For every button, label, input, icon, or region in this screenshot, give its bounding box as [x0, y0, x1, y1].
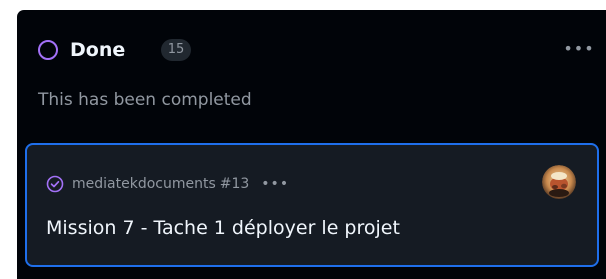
card-title[interactable]: Mission 7 - Tache 1 déployer le projet: [46, 214, 400, 242]
column-description: This has been completed: [38, 90, 252, 110]
issue-card[interactable]: mediatekdocuments #13 ••• Mission 7 - Ta…: [25, 143, 599, 267]
card-meta: mediatekdocuments #13 •••: [46, 173, 289, 195]
status-circle-icon: [38, 40, 58, 60]
kebab-horizontal-icon: •••: [261, 176, 290, 192]
repo-name[interactable]: mediatekdocuments: [72, 173, 216, 195]
column-title: Done: [70, 39, 126, 61]
check-circle-icon: [46, 175, 64, 193]
avatar[interactable]: [542, 165, 576, 199]
board-column-done: Done 15 ••• This has been completed medi…: [17, 10, 606, 279]
item-count-badge: 15: [161, 39, 191, 61]
kebab-horizontal-icon: •••: [563, 39, 595, 58]
column-menu-button[interactable]: •••: [562, 36, 596, 62]
card-menu-button[interactable]: •••: [261, 173, 289, 195]
issue-number[interactable]: #13: [220, 173, 250, 195]
column-header: Done 15 •••: [38, 36, 596, 66]
